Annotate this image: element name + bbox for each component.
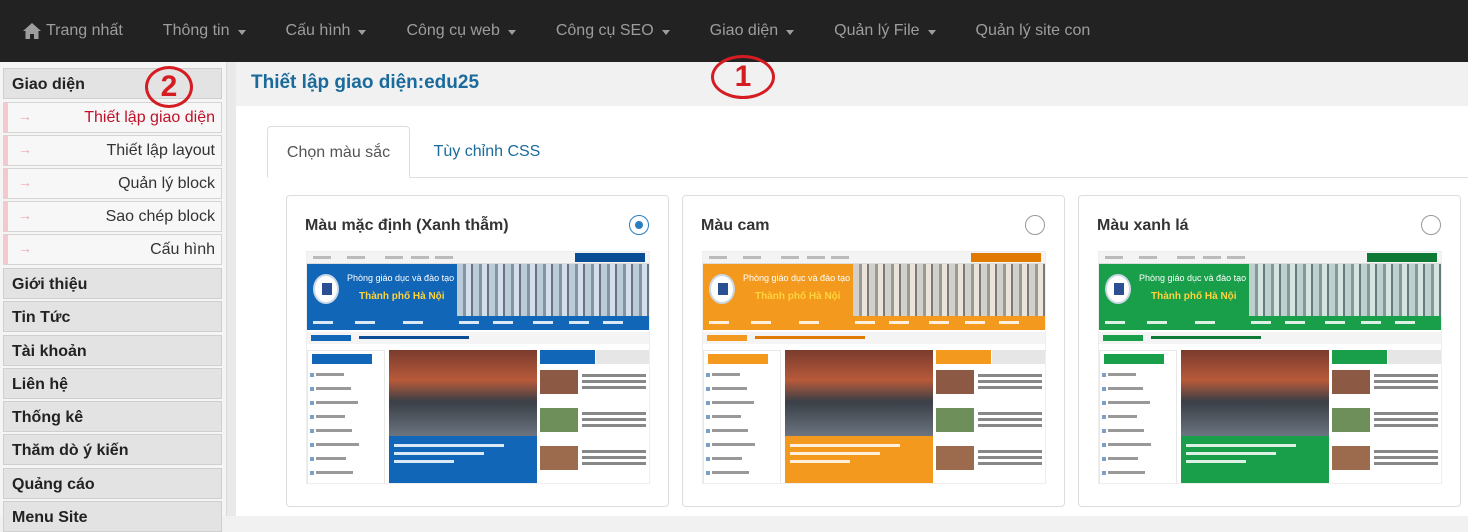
home-icon: [23, 23, 41, 39]
theme-radio[interactable]: [1025, 215, 1045, 235]
nav-cong-cu-web[interactable]: Công cụ web: [386, 0, 535, 62]
sidebar-group-menu-site[interactable]: Menu Site: [3, 501, 222, 532]
preview-menu: [307, 316, 649, 330]
preview-breadcrumb: [703, 332, 1045, 344]
theme-card[interactable]: Màu mặc định (Xanh thẫm) Phòng giáo dục …: [286, 195, 669, 507]
preview-main: [785, 350, 933, 483]
sidebar-group-quang-cao[interactable]: Quảng cáo: [3, 468, 222, 499]
nav-thong-tin[interactable]: Thông tin: [143, 0, 266, 62]
sidebar-item-label: Quản lý block: [118, 175, 215, 192]
preview-banner: Phòng giáo dục và đào tạo Thành phố Hà Nộ…: [1099, 264, 1441, 316]
annotation-marker-2: 2: [145, 66, 193, 108]
sidebar-item-label: Cấu hình: [150, 241, 215, 258]
preview-search: [971, 253, 1041, 262]
top-navbar: Trang nhất Thông tin Cấu hình Công cụ we…: [0, 0, 1468, 62]
caret-down-icon: [786, 29, 795, 35]
theme-card[interactable]: Màu xanh lá Phòng giáo dục và đào tạo Thà…: [1078, 195, 1461, 507]
nav-label: Giao diện: [709, 22, 779, 39]
nav-quan-ly-file[interactable]: Quản lý File: [814, 0, 955, 62]
nav-label: Cấu hình: [285, 22, 351, 39]
preview-sidebar: [1099, 350, 1177, 483]
sidebar-item-label: Thiết lập layout: [106, 142, 215, 159]
preview-right-column: [936, 350, 1045, 483]
theme-name: Màu cam: [701, 217, 770, 234]
theme-radio[interactable]: [1421, 215, 1441, 235]
theme-name: Màu xanh lá: [1097, 217, 1189, 234]
preview-menu: [703, 316, 1045, 330]
sidebar-scrollbar[interactable]: [226, 62, 236, 516]
preview-sidebar: [703, 350, 781, 483]
preview-line1: Phòng giáo dục và đào tạo: [743, 273, 851, 283]
nav-label: Công cụ web: [406, 22, 500, 39]
sidebar-group-thong-ke[interactable]: Thống kê: [3, 401, 222, 432]
preview-line2: Thành phố Hà Nội: [1151, 291, 1237, 302]
theme-preview-image: Phòng giáo dục và đào tạo Thành phố Hà Nộ…: [306, 251, 650, 484]
sidebar-group-tai-khoan[interactable]: Tài khoản: [3, 335, 222, 366]
caret-down-icon: [507, 29, 516, 35]
caret-down-icon: [661, 29, 670, 35]
nav-home[interactable]: Trang nhất: [0, 0, 143, 62]
tab-divider: [267, 177, 1468, 178]
sidebar-group-tin-tuc[interactable]: Tin Tức: [3, 301, 222, 332]
preview-main: [389, 350, 537, 483]
arrow-right-icon: →: [18, 240, 32, 256]
sidebar-group-tham-do-y-kien[interactable]: Thăm dò ý kiến: [3, 434, 222, 465]
preview-sidebar: [307, 350, 385, 483]
preview-right-column: [540, 350, 649, 483]
nav-giao-dien[interactable]: Giao diện: [690, 0, 815, 62]
sidebar-group-lien-he[interactable]: Liên hệ: [3, 368, 222, 399]
preview-banner: Phòng giáo dục và đào tạo Thành phố Hà Nộ…: [703, 264, 1045, 316]
preview-menu: [1099, 316, 1441, 330]
nav-quan-ly-site-con[interactable]: Quản lý site con: [956, 0, 1111, 62]
arrow-right-icon: →: [18, 207, 32, 223]
theme-card[interactable]: Màu cam Phòng giáo dục và đào tạo Thành p…: [682, 195, 1065, 507]
nav-label: Thông tin: [162, 22, 230, 39]
preview-right-column: [1332, 350, 1441, 483]
preview-breadcrumb: [1099, 332, 1441, 344]
preview-line1: Phòng giáo dục và đào tạo: [347, 273, 455, 283]
theme-preview-image: Phòng giáo dục và đào tạo Thành phố Hà Nộ…: [1098, 251, 1442, 484]
preview-logo-icon: [1105, 274, 1131, 304]
nav-home-label: Trang nhất: [46, 22, 123, 39]
sidebar-item-cau-hinh[interactable]: → Cấu hình: [3, 234, 222, 265]
arrow-right-icon: →: [18, 108, 32, 124]
preview-banner: Phòng giáo dục và đào tạo Thành phố Hà Nộ…: [307, 264, 649, 316]
sidebar-item-sao-chep-block[interactable]: → Sao chép block: [3, 201, 222, 232]
nav-cau-hinh[interactable]: Cấu hình: [266, 0, 387, 62]
nav-cong-cu-seo[interactable]: Công cụ SEO: [536, 0, 690, 62]
sidebar-item-thiet-lap-giao-dien[interactable]: → Thiết lập giao diện: [3, 102, 222, 133]
preview-line2: Thành phố Hà Nội: [359, 291, 445, 302]
sidebar-item-label: Thiết lập giao diện: [84, 109, 215, 126]
sidebar-group-gioi-thieu[interactable]: Giới thiệu: [3, 268, 222, 299]
theme-name: Màu mặc định (Xanh thẫm): [305, 217, 509, 234]
theme-radio[interactable]: [629, 215, 649, 235]
preview-line2: Thành phố Hà Nội: [755, 291, 841, 302]
preview-main: [1181, 350, 1329, 483]
preview-logo-icon: [313, 274, 339, 304]
preview-banner-photo: [457, 264, 649, 316]
arrow-right-icon: →: [18, 174, 32, 190]
sidebar-item-thiet-lap-layout[interactable]: → Thiết lập layout: [3, 135, 222, 166]
nav-label: Công cụ SEO: [555, 22, 654, 39]
caret-down-icon: [237, 29, 246, 35]
tab-chon-mau-sac[interactable]: Chọn màu sắc: [267, 126, 410, 178]
sidebar-item-label: Sao chép block: [105, 208, 215, 225]
preview-search: [575, 253, 645, 262]
nav-label: Quản lý site con: [975, 22, 1091, 39]
preview-search: [1367, 253, 1437, 262]
theme-preview-image: Phòng giáo dục và đào tạo Thành phố Hà Nộ…: [702, 251, 1046, 484]
caret-down-icon: [358, 29, 367, 35]
nav-label: Quản lý File: [834, 22, 920, 39]
sidebar-item-quan-ly-block[interactable]: → Quản lý block: [3, 168, 222, 199]
preview-banner-photo: [1249, 264, 1441, 316]
tab-tuy-chinh-css[interactable]: Tùy chỉnh CSS: [414, 126, 560, 178]
page-title: Thiết lập giao diện:edu25: [251, 72, 480, 93]
preview-banner-photo: [853, 264, 1045, 316]
caret-down-icon: [927, 29, 936, 35]
preview-breadcrumb: [307, 332, 649, 344]
arrow-right-icon: →: [18, 141, 32, 157]
preview-logo-icon: [709, 274, 735, 304]
preview-line1: Phòng giáo dục và đào tạo: [1139, 273, 1247, 283]
annotation-marker-1: 1: [711, 55, 775, 99]
